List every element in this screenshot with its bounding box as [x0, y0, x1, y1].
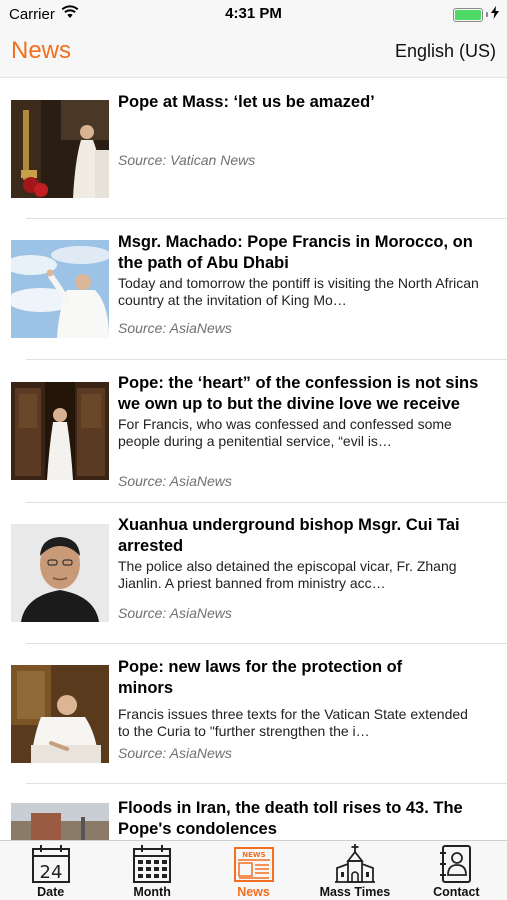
article-source: Source: AsiaNews	[118, 320, 232, 336]
article-summary: Francis issues three texts for the Vatic…	[118, 706, 468, 739]
tab-contact[interactable]: Contact	[406, 841, 507, 900]
article-title[interactable]: Msgr. Machado: Pope Francis in Morocco, …	[118, 232, 480, 274]
news-feed[interactable]: Pope at Mass: ‘let us be amazed’ Source:…	[0, 79, 507, 840]
tab-bar: 24 Date Month NEWS News Mass Times Conta…	[0, 840, 507, 900]
article-text: Pope at Mass: ‘let us be amazed’	[118, 92, 480, 113]
article-text: Floods in Iran, the death toll rises to …	[118, 798, 480, 840]
tab-news[interactable]: NEWS News	[203, 841, 304, 900]
article-summary: For Francis, who was confessed and confe…	[118, 416, 452, 449]
article-thumbnail	[11, 665, 109, 763]
newspaper-icon: NEWS	[232, 844, 276, 884]
article-source: Source: Vatican News	[118, 152, 256, 168]
article-thumbnail	[11, 240, 109, 338]
article-title[interactable]: Pope at Mass: ‘let us be amazed’	[118, 92, 480, 113]
tab-label: Month	[133, 885, 171, 899]
contact-book-icon	[434, 844, 478, 884]
news-item[interactable]: Xuanhua underground bishop Msgr. Cui Tai…	[0, 503, 507, 644]
divider	[26, 783, 507, 784]
article-title[interactable]: Floods in Iran, the death toll rises to …	[118, 798, 480, 840]
battery-icon	[453, 7, 483, 22]
tab-label: News	[237, 885, 270, 899]
article-source: Source: AsiaNews	[118, 745, 232, 761]
battery-tip	[486, 12, 488, 17]
article-text: Pope: the ‘heart” of the confession is n…	[118, 373, 480, 450]
article-text: Xuanhua underground bishop Msgr. Cui Tai…	[118, 515, 480, 592]
tab-label: Mass Times	[319, 885, 391, 899]
svg-text:24: 24	[39, 862, 62, 883]
battery-level	[455, 9, 481, 20]
article-thumbnail	[11, 100, 109, 198]
tab-mass-times[interactable]: Mass Times	[304, 841, 405, 900]
article-title[interactable]: Pope: the ‘heart” of the confession is n…	[118, 373, 480, 415]
news-item[interactable]: Pope: new laws for the protection of min…	[0, 644, 507, 804]
news-item[interactable]: Pope: the ‘heart” of the confession is n…	[0, 360, 507, 503]
article-text: Msgr. Machado: Pope Francis in Morocco, …	[118, 232, 480, 309]
tab-label: Contact	[433, 885, 480, 899]
calendar-date-icon: 24	[29, 844, 73, 884]
svg-text:NEWS: NEWS	[242, 851, 265, 859]
tab-label: Date	[37, 885, 65, 899]
article-thumbnail	[11, 382, 109, 480]
article-summary: Today and tomorrow the pontiff is visiti…	[118, 275, 479, 308]
tab-month[interactable]: Month	[101, 841, 202, 900]
charging-bolt-icon	[491, 6, 499, 23]
article-thumbnail	[11, 524, 109, 622]
article-thumbnail	[11, 803, 109, 840]
article-source: Source: AsiaNews	[118, 473, 232, 489]
article-title[interactable]: Pope: new laws for the protection of min…	[118, 657, 418, 699]
church-icon	[333, 844, 377, 884]
page-title: News	[11, 37, 72, 64]
tab-date[interactable]: 24 Date	[0, 841, 101, 900]
status-bar: Carrier 4:31 PM	[0, 0, 507, 28]
news-item[interactable]: Msgr. Machado: Pope Francis in Morocco, …	[0, 219, 507, 360]
nav-bar: News English (US)	[0, 28, 507, 78]
article-summary: The police also detained the episcopal v…	[118, 558, 457, 591]
status-time: 4:31 PM	[225, 5, 282, 22]
article-text: Pope: new laws for the protection of min…	[118, 657, 480, 740]
article-title[interactable]: Xuanhua underground bishop Msgr. Cui Tai…	[118, 515, 480, 557]
status-right	[453, 6, 499, 23]
news-item[interactable]: Floods in Iran, the death toll rises to …	[0, 799, 507, 840]
article-source: Source: AsiaNews	[118, 605, 232, 621]
calendar-month-icon	[130, 844, 174, 884]
news-item[interactable]: Pope at Mass: ‘let us be amazed’ Source:…	[0, 79, 507, 219]
language-selector[interactable]: English (US)	[395, 41, 496, 62]
